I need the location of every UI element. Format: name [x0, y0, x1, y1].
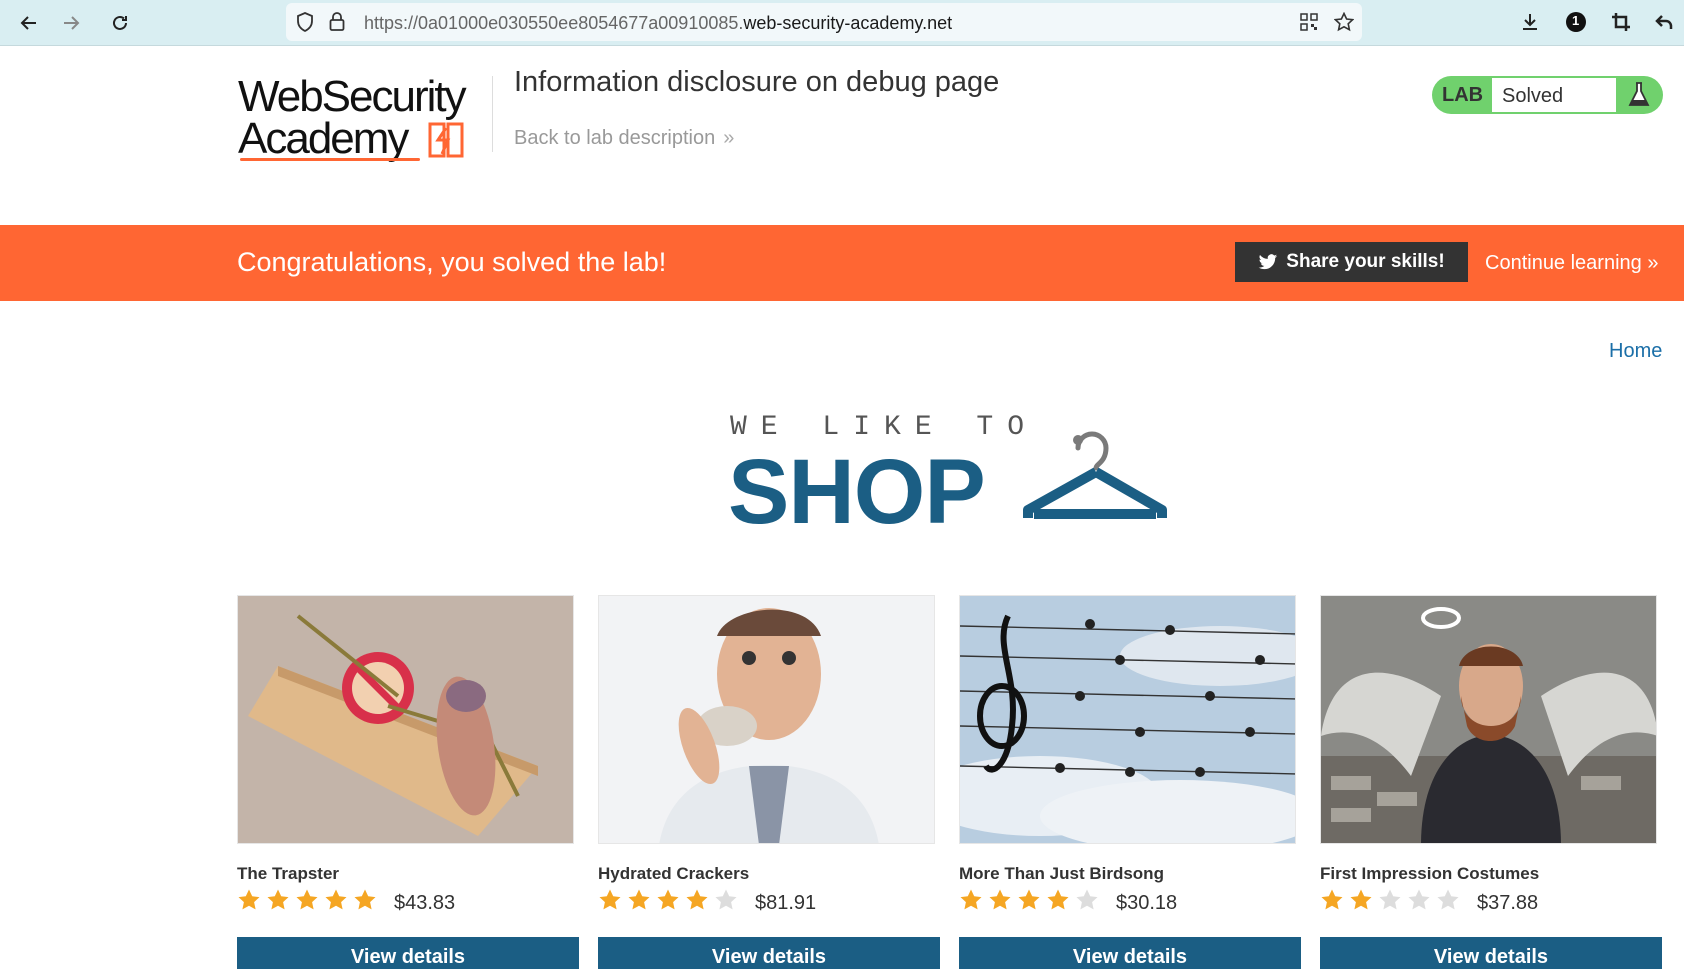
star-filled-icon [686, 889, 708, 910]
product-name: The Trapster [237, 864, 340, 883]
back-arrow-icon[interactable] [14, 8, 44, 38]
congratulations-message: Congratulations, you solved the lab! [237, 247, 667, 277]
hero-title: SHOP [728, 441, 986, 543]
lock-icon[interactable] [326, 11, 348, 33]
view-details-button[interactable]: View details [237, 937, 579, 969]
star-filled-icon [238, 889, 260, 910]
star-rating [598, 888, 738, 912]
lab-status-widget: LAB Solved [1432, 76, 1663, 114]
product-rating: $81.91 [598, 888, 937, 916]
product-card: More Than Just Birdsong $30.18 View deta… [959, 595, 1301, 969]
product-card: Hydrated Crackers $81.91 View details [598, 595, 940, 969]
product-name: First Impression Costumes [1320, 864, 1540, 883]
clothes-hanger-icon [1023, 431, 1167, 519]
product-price: $81.91 [755, 892, 817, 914]
star-filled-icon [628, 889, 650, 910]
twitter-bird-icon [1258, 253, 1278, 269]
logo-lightning-icon [428, 122, 464, 158]
reload-icon[interactable] [105, 8, 135, 38]
product-price: $43.83 [394, 892, 456, 914]
crop-icon[interactable] [1607, 8, 1635, 36]
man-eating-cracker-image[interactable] [598, 595, 935, 844]
double-chevron-right-icon: » [723, 127, 735, 149]
hero-tagline: WE LIKE TO [730, 412, 1039, 443]
continue-learning-label: Continue learning [1485, 252, 1642, 274]
product-name: More Than Just Birdsong [959, 864, 1164, 883]
bookmark-star-icon[interactable] [1333, 11, 1355, 33]
product-rating: $43.83 [237, 888, 576, 916]
double-chevron-right-icon: » [1647, 252, 1659, 274]
home-link[interactable]: Home [1609, 340, 1662, 363]
address-bar[interactable]: https://0a01000e030550ee8054677a00910085… [286, 3, 1362, 41]
download-icon[interactable] [1516, 8, 1544, 36]
star-empty-icon [715, 889, 737, 910]
extension-badge-icon[interactable]: 1 [1562, 8, 1590, 36]
url-prefix: https://0a01000e030550ee8054677a00910085… [364, 13, 744, 33]
product-name: Hydrated Crackers [598, 864, 750, 883]
view-details-button[interactable]: View details [598, 937, 940, 969]
browser-toolbar: https://0a01000e030550ee8054677a00910085… [0, 0, 1684, 46]
star-empty-icon [1437, 889, 1459, 910]
product-card: The Trapster $43.83 View details [237, 595, 579, 969]
star-filled-icon [1350, 889, 1372, 910]
product-price: $37.88 [1477, 892, 1539, 914]
star-rating [237, 888, 377, 912]
lab-title: Information disclosure on debug page [514, 66, 1000, 98]
star-filled-icon [1047, 889, 1069, 910]
birds-on-wires-music-image[interactable] [959, 595, 1296, 844]
star-filled-icon [960, 889, 982, 910]
web-security-academy-logo[interactable]: WebSecurity Academy [238, 72, 488, 164]
forward-arrow-icon[interactable] [56, 8, 86, 38]
share-skills-button[interactable]: Share your skills! [1235, 242, 1468, 282]
star-filled-icon [267, 889, 289, 910]
star-filled-icon [1018, 889, 1040, 910]
lab-status-text: Solved [1502, 85, 1564, 107]
continue-learning-link[interactable]: Continue learning » [1485, 252, 1658, 275]
angel-costume-image[interactable] [1320, 595, 1657, 844]
view-details-button[interactable]: View details [1320, 937, 1662, 969]
back-link-label: Back to lab description [514, 127, 716, 149]
star-rating [1320, 888, 1460, 912]
star-empty-icon [1408, 889, 1430, 910]
logo-underline [240, 158, 420, 161]
flask-icon [1628, 82, 1650, 106]
star-filled-icon [989, 889, 1011, 910]
star-filled-icon [657, 889, 679, 910]
lab-status-box: Solved [1492, 78, 1616, 112]
logo-line-2: Academy [238, 114, 409, 163]
product-rating: $30.18 [959, 888, 1298, 916]
star-filled-icon [325, 889, 347, 910]
product-rating: $37.88 [1320, 888, 1659, 916]
url-domain: web-security-academy.net [743, 13, 953, 33]
star-empty-icon [1076, 889, 1098, 910]
extension-badge-count: 1 [1572, 13, 1580, 28]
star-filled-icon [1321, 889, 1343, 910]
star-filled-icon [599, 889, 621, 910]
lab-label: LAB [1442, 84, 1484, 106]
undo-icon[interactable] [1650, 8, 1678, 36]
url-text[interactable]: https://0a01000e030550ee8054677a00910085… [364, 13, 952, 34]
back-to-lab-description-link[interactable]: Back to lab description » [514, 127, 734, 150]
star-rating [959, 888, 1099, 912]
star-filled-icon [354, 889, 376, 910]
share-skills-label: Share your skills! [1286, 251, 1445, 272]
qr-code-icon[interactable] [1298, 11, 1320, 33]
product-price: $30.18 [1116, 892, 1178, 914]
star-empty-icon [1379, 889, 1401, 910]
star-filled-icon [296, 889, 318, 910]
header-divider [492, 76, 493, 152]
solved-banner: Congratulations, you solved the lab! Sha… [0, 225, 1684, 301]
mousetrap-image[interactable] [237, 595, 574, 844]
product-card: First Impression Costumes $37.88 View de… [1320, 595, 1662, 969]
shield-icon[interactable] [294, 11, 316, 33]
view-details-button[interactable]: View details [959, 937, 1301, 969]
